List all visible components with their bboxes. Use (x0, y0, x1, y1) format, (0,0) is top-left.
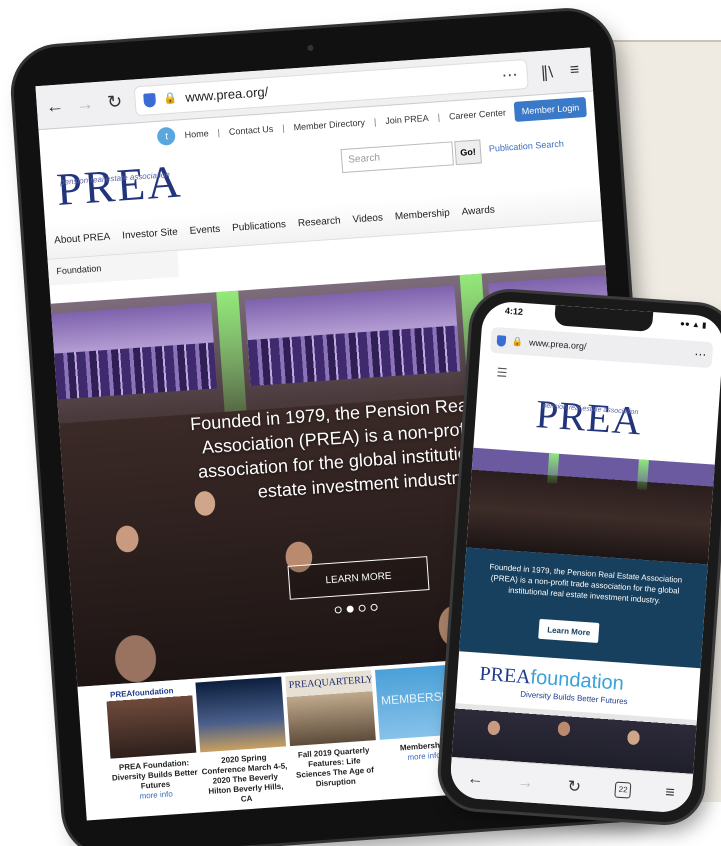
separator: | (437, 112, 441, 123)
separator: | (281, 123, 285, 134)
utility-link-contact[interactable]: Contact Us (229, 124, 274, 137)
lock-icon: 🔒 (163, 92, 178, 106)
status-time: 4:12 (504, 305, 524, 317)
menu-item-publications[interactable]: Publications (232, 219, 287, 234)
menu-item-events[interactable]: Events (189, 224, 220, 237)
phone-prea-logo[interactable]: PREA (534, 390, 643, 444)
menu-item-membership[interactable]: Membership (395, 208, 451, 223)
carousel-dot[interactable] (370, 603, 378, 612)
skyline (54, 342, 217, 400)
phone-hero-text: Founded in 1979, the Pension Real Estate… (489, 562, 683, 606)
lock-icon: 🔒 (511, 335, 524, 347)
phone-hero-image (466, 447, 715, 565)
shield-icon (143, 92, 157, 108)
back-arrow-icon[interactable]: ← (44, 95, 65, 117)
back-arrow-icon[interactable]: ← (467, 770, 484, 789)
member-login-button[interactable]: Member Login (514, 96, 587, 122)
search-input[interactable]: Search (340, 141, 454, 174)
menu-icon[interactable]: ≡ (565, 61, 584, 80)
page-actions-icon[interactable]: ⋯ (694, 347, 707, 362)
carousel-dot-active[interactable] (346, 605, 354, 613)
more-info-link[interactable]: more info (407, 751, 441, 762)
tablet-camera (307, 44, 314, 52)
menu-item-awards[interactable]: Awards (461, 205, 495, 218)
publication-search-link[interactable]: Publication Search (489, 139, 565, 154)
forward-arrow-icon[interactable]: → (517, 773, 534, 792)
hero-banner-image (51, 302, 217, 400)
stage-light (636, 459, 649, 491)
card-caption: 2020 Spring Conference March 4-5, 2020 T… (201, 752, 288, 804)
foundation-logo-prefix: PREA (478, 662, 532, 689)
card-conference[interactable]: 2020 Spring Conference March 4-5, 2020 T… (195, 676, 290, 813)
tabs-icon[interactable]: 22 (614, 781, 632, 799)
hamburger-menu-icon[interactable]: ☰ (496, 365, 508, 380)
more-info-link[interactable]: more info (139, 789, 173, 800)
separator: | (373, 116, 377, 127)
utility-link-join[interactable]: Join PREA (385, 113, 429, 126)
menu-item-about[interactable]: About PREA (54, 231, 111, 246)
card-caption: Fall 2019 Quarterly Features: Life Scien… (295, 745, 375, 789)
go-button[interactable]: Go! (454, 139, 482, 166)
thumb-label: PREAfoundation (109, 686, 174, 700)
reload-icon[interactable]: ↻ (567, 776, 582, 797)
card-thumbnail (195, 676, 287, 753)
forward-arrow-icon[interactable]: → (74, 93, 95, 115)
phone-device: 4:12 ●● ▲ ▮ 🔒 www.prea.org/ ⋯ ☰ PREA pen… (438, 289, 721, 825)
skyline (247, 325, 461, 386)
card-thumbnail: PREAQUARTERLY (285, 670, 376, 747)
utility-link-directory[interactable]: Member Directory (293, 117, 365, 132)
shield-icon (496, 334, 507, 347)
phone-learn-more-button[interactable]: Learn More (538, 618, 600, 643)
card-thumbnail: PREAfoundation (105, 682, 197, 759)
menu-item-research[interactable]: Research (298, 215, 341, 229)
stage: ← → ↻ 🔒 www.prea.org/ ⋯ ∥\ ≡ t Home | Con… (0, 0, 721, 846)
menu-item-videos[interactable]: Videos (352, 212, 383, 225)
phone-url-text: www.prea.org/ (528, 337, 587, 352)
url-text: www.prea.org/ (184, 84, 269, 105)
utility-link-home[interactable]: Home (184, 128, 209, 140)
phone-url-field[interactable]: 🔒 www.prea.org/ ⋯ (490, 326, 714, 369)
menu-item-investor[interactable]: Investor Site (122, 227, 178, 242)
reload-icon[interactable]: ↻ (104, 91, 125, 113)
card-caption: PREA Foundation: Diversity Builds Better… (111, 758, 198, 791)
page-actions-icon[interactable]: ⋯ (501, 64, 519, 85)
carousel-dot[interactable] (334, 606, 342, 614)
separator: | (217, 127, 221, 138)
card-foundation[interactable]: PREAfoundation PREA Foundation: Diversit… (105, 682, 201, 819)
thumb-label: PREAQUARTERLY (288, 674, 374, 692)
phone-screen: 4:12 ●● ▲ ▮ 🔒 www.prea.org/ ⋯ ☰ PREA pen… (448, 300, 721, 814)
utility-link-career[interactable]: Career Center (449, 108, 507, 122)
phone-notch (554, 305, 654, 332)
hero-banner-image (244, 285, 461, 386)
library-icon[interactable]: ∥\ (537, 61, 556, 82)
card-quarterly[interactable]: PREAQUARTERLY Fall 2019 Quarterly Featur… (285, 670, 380, 806)
phone-intro-section: Founded in 1979, the Pension Real Estate… (459, 547, 708, 669)
menu-icon[interactable]: ≡ (665, 784, 676, 803)
twitter-icon[interactable]: t (157, 126, 177, 146)
status-icons: ●● ▲ ▮ (679, 318, 707, 330)
stage-light (547, 453, 560, 484)
carousel-dot[interactable] (358, 604, 366, 612)
